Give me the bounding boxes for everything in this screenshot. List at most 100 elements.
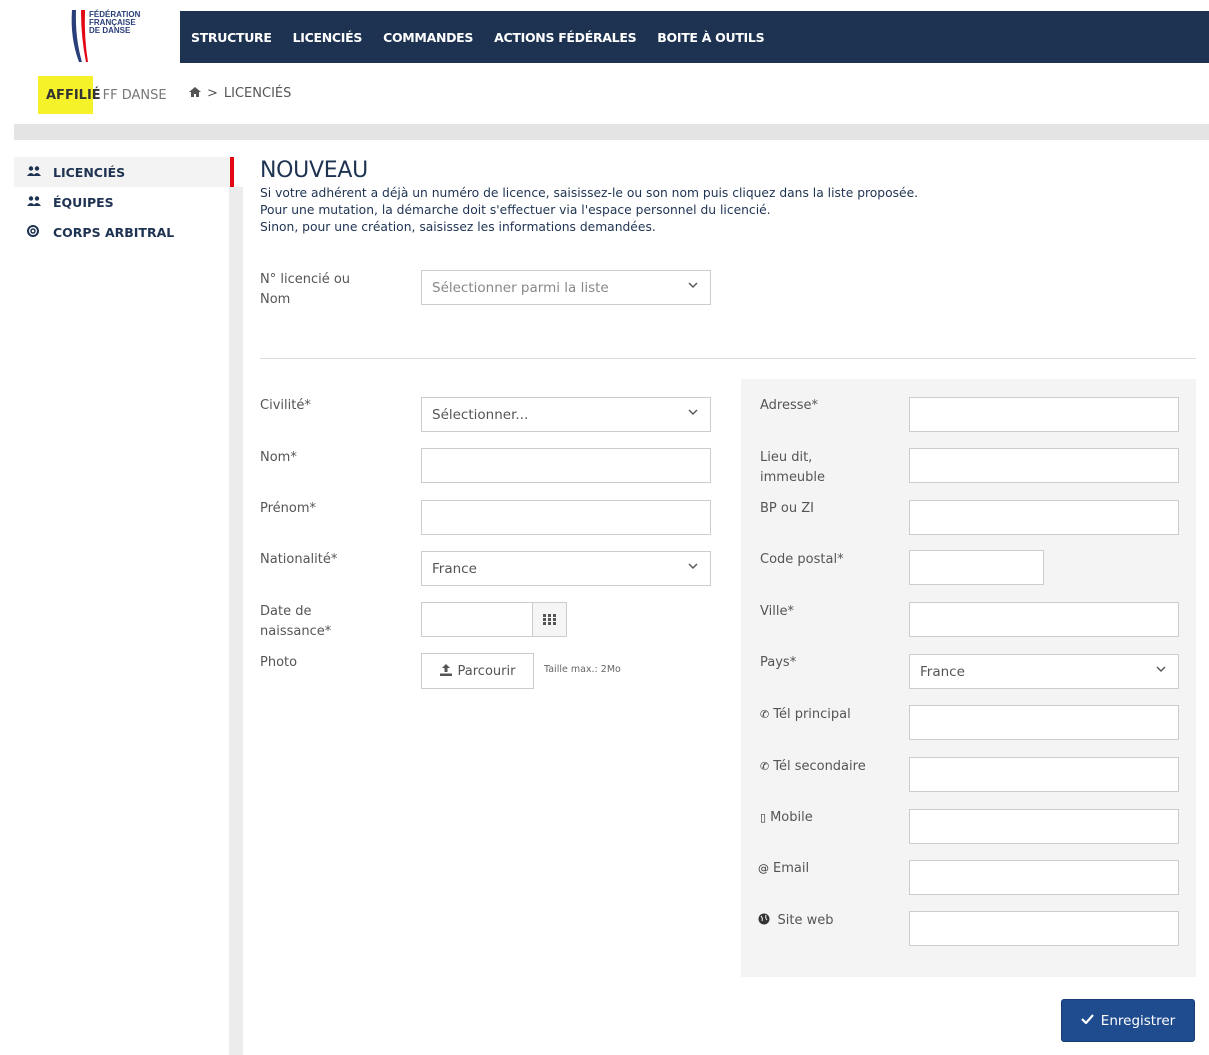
info-text: Si votre adhérent a déjà un numéro de li… (260, 185, 1200, 236)
select-placeholder: Sélectionner parmi la liste (432, 279, 609, 296)
info-line: Sinon, pour une création, saisissez les … (260, 220, 656, 234)
email-field[interactable] (909, 860, 1179, 895)
bp-field[interactable] (909, 500, 1179, 535)
save-button[interactable]: Enregistrer (1061, 999, 1195, 1042)
chevron-down-icon (688, 563, 698, 569)
search-label: N° licencié ou Nom (260, 270, 350, 310)
ffd-logo[interactable]: FÉDÉRATION FRANÇAISE DE DANSE (70, 8, 170, 64)
at-icon: @ (758, 862, 769, 875)
browse-button[interactable]: Parcourir (421, 653, 534, 689)
email-label: @ Email (758, 859, 809, 879)
site-web-label: Site web (758, 911, 833, 931)
users-icon (27, 165, 41, 179)
code-postal-label: Code postal* (760, 552, 844, 567)
mobile-label: ▯ Mobile (760, 808, 813, 828)
pays-select[interactable]: France (909, 654, 1179, 689)
label-text: Tél secondaire (773, 759, 866, 774)
pays-label: Pays* (760, 655, 797, 670)
select-value: France (432, 560, 477, 577)
page-top-bar (14, 124, 1209, 140)
select-value: Sélectionner... (432, 406, 529, 423)
label-text: Site web (777, 913, 834, 928)
nav-item-actions-federales[interactable]: ACTIONS FÉDÉRALES (494, 30, 636, 45)
sidebar-item-equipes[interactable]: ÉQUIPES (14, 187, 234, 217)
breadcrumb: > LICENCIÉS (189, 86, 291, 101)
naissance-label: Date de naissance* (260, 602, 331, 642)
sidebar-separator (229, 187, 243, 1055)
civilite-select[interactable]: Sélectionner... (421, 397, 711, 432)
nav-item-licencies[interactable]: LICENCIÉS (293, 30, 363, 45)
tel-secondaire-field[interactable] (909, 757, 1179, 792)
logo-flag-icon (71, 10, 88, 62)
tel-principal-label: ✆ Tél principal (760, 705, 851, 725)
sidebar-item-licencies[interactable]: LICENCIÉS (14, 157, 234, 187)
label-text: Mobile (770, 810, 813, 825)
logo-text: FÉDÉRATION FRANÇAISE DE DANSE (89, 11, 140, 35)
lieu-dit-label: Lieu dit, immeuble (760, 448, 825, 488)
select-value: France (920, 663, 965, 680)
nationalite-label: Nationalité* (260, 552, 338, 567)
sidebar-item-corps-arbitral[interactable]: CORPS ARBITRAL (14, 217, 234, 247)
licencie-search-select[interactable]: Sélectionner parmi la liste (421, 270, 711, 305)
code-postal-field[interactable] (909, 550, 1044, 585)
chevron-down-icon (1156, 666, 1166, 672)
calendar-icon (542, 614, 556, 625)
nom-label: Nom* (260, 450, 297, 465)
photo-label: Photo (260, 655, 298, 670)
upload-icon (439, 663, 452, 679)
nav-item-boite-a-outils[interactable]: BOITE À OUTILS (657, 30, 764, 45)
browse-label: Parcourir (457, 663, 516, 679)
mobile-field[interactable] (909, 809, 1179, 844)
sidebar-item-label: LICENCIÉS (53, 164, 126, 180)
nom-field[interactable] (421, 448, 711, 483)
calendar-button[interactable] (532, 602, 567, 637)
label-text: Email (773, 861, 810, 876)
label-line: Date de (260, 604, 312, 619)
breadcrumb-separator: > (207, 86, 218, 101)
label-text: Tél principal (773, 707, 851, 722)
affiliation-label: AFFILIÉ (46, 88, 101, 103)
chevron-down-icon (688, 282, 698, 288)
info-line: Pour une mutation, la démarche doit s'ef… (260, 203, 771, 217)
prenom-label: Prénom* (260, 501, 317, 516)
label-line: naissance* (260, 624, 332, 639)
subheader: AFFILIÉ FF DANSE > LICENCIÉS (0, 76, 1209, 114)
ville-field[interactable] (909, 602, 1179, 637)
globe-icon (758, 913, 774, 927)
breadcrumb-current[interactable]: LICENCIÉS (224, 86, 291, 101)
civilite-label: Civilité* (260, 398, 311, 413)
chevron-down-icon (688, 409, 698, 415)
sidebar: LICENCIÉS ÉQUIPES CORPS ARBITRAL (14, 157, 234, 247)
info-line: Si votre adhérent a déjà un numéro de li… (260, 186, 919, 200)
tel-secondaire-label: ✆ Tél secondaire (760, 757, 866, 777)
logo-line: DE DANSE (89, 26, 131, 35)
date-naissance-field[interactable] (421, 602, 533, 637)
top-navigation: STRUCTURE LICENCIÉS COMMANDES ACTIONS FÉ… (180, 11, 1209, 63)
adresse-label: Adresse* (760, 398, 819, 413)
main-content: NOUVEAU Si votre adhérent a déjà un numé… (260, 157, 1200, 236)
sidebar-item-label: CORPS ARBITRAL (53, 224, 175, 240)
label-line: Nom (260, 292, 291, 307)
label-line: immeuble (760, 470, 826, 485)
label-line: Lieu dit, (760, 450, 813, 465)
affiliation: AFFILIÉ FF DANSE (38, 76, 167, 114)
nav-item-structure[interactable]: STRUCTURE (191, 30, 272, 45)
prenom-field[interactable] (421, 500, 711, 535)
section-divider (260, 358, 1196, 359)
nav-item-commandes[interactable]: COMMANDES (383, 30, 473, 45)
users-icon (27, 195, 41, 209)
sidebar-item-label: ÉQUIPES (53, 194, 114, 210)
phone-icon: ✆ (760, 708, 770, 721)
site-web-field[interactable] (909, 911, 1179, 946)
nationalite-select[interactable]: France (421, 551, 711, 586)
label-line: N° licencié ou (260, 272, 351, 287)
affiliation-org: FF DANSE (102, 88, 167, 103)
home-icon[interactable] (189, 87, 201, 100)
page-title: NOUVEAU (260, 158, 368, 183)
tel-principal-field[interactable] (909, 705, 1179, 740)
ville-label: Ville* (760, 604, 794, 619)
lieu-dit-field[interactable] (909, 448, 1179, 483)
bp-label: BP ou ZI (760, 501, 814, 516)
mobile-icon: ▯ (760, 811, 767, 824)
adresse-field[interactable] (909, 397, 1179, 432)
